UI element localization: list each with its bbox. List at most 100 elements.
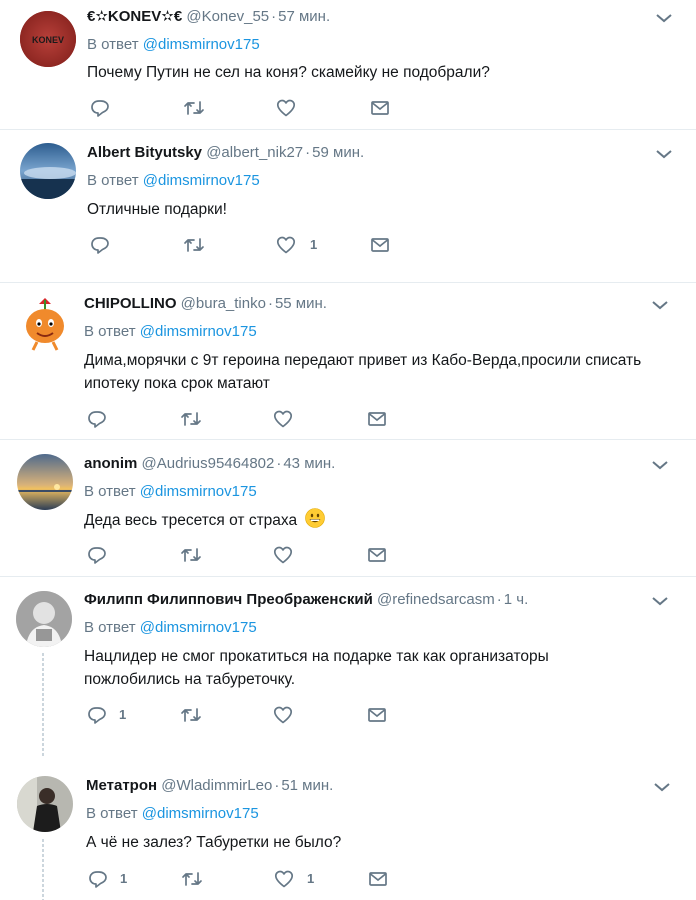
like-icon: [273, 410, 293, 428]
reply-mention-link[interactable]: @dimsmirnov175: [140, 483, 257, 500]
chevron-down-icon[interactable]: [651, 299, 669, 311]
separator-dot: ·: [305, 144, 311, 161]
avatar[interactable]: [20, 143, 76, 199]
user-handle[interactable]: @refinedsarcasm: [377, 591, 495, 608]
tweet-header: €✫KONEV✫€ @Konev_55 · 57 мин.: [87, 6, 330, 28]
reply-button[interactable]: [90, 235, 110, 255]
tweet-anonim[interactable]: anonim @Audrius95464802 · 43 мин. В ответ …: [0, 440, 696, 577]
like-button[interactable]: [273, 705, 293, 725]
retweet-button[interactable]: [180, 705, 202, 725]
tweet-chipollino[interactable]: CHIPOLLINO @bura_tinko · 55 мин. В ответ @…: [0, 283, 696, 440]
tweet-text: Дима,морячки с 9т героина передают приве…: [84, 349, 684, 395]
reply-context: В ответ @dimsmirnov175: [84, 617, 257, 639]
avatar[interactable]: [17, 776, 73, 832]
reply-mention-link[interactable]: @dimsmirnov175: [143, 36, 260, 53]
separator-dot: ·: [496, 591, 502, 608]
reply-label: В ответ: [84, 323, 136, 340]
reply-button[interactable]: 1: [88, 869, 127, 889]
dm-button[interactable]: [367, 705, 387, 725]
retweet-icon: [182, 872, 202, 886]
separator-dot: ·: [276, 455, 282, 472]
reply-mention-link[interactable]: @dimsmirnov175: [140, 323, 257, 340]
reply-icon: [89, 871, 107, 888]
tweet-text: Нацлидер не смог прокатиться на подарке …: [84, 645, 679, 691]
avatar[interactable]: [17, 296, 73, 352]
retweet-button[interactable]: [183, 98, 205, 118]
display-name[interactable]: Albert Bityutsky: [87, 144, 202, 161]
user-handle[interactable]: @WladimmirLeo: [161, 777, 272, 794]
reply-icon: [88, 411, 106, 428]
like-count: 1: [310, 237, 318, 252]
like-icon: [273, 546, 293, 564]
timestamp[interactable]: 57 мин.: [278, 8, 330, 25]
chevron-down-icon[interactable]: [655, 148, 673, 160]
reply-mention-link[interactable]: @dimsmirnov175: [143, 172, 260, 189]
dm-icon: [371, 101, 389, 115]
like-count: 1: [307, 871, 315, 886]
reply-button[interactable]: [87, 409, 107, 429]
chevron-down-icon[interactable]: [653, 781, 671, 793]
display-name[interactable]: Филипп Филиппович Преображенский: [84, 591, 373, 608]
timestamp[interactable]: 59 мин.: [312, 144, 364, 161]
retweet-button[interactable]: [180, 545, 202, 565]
retweet-icon: [181, 412, 201, 426]
tweet-konev[interactable]: KONEV €✫KONEV✫€ @Konev_55 · 57 мин. В отве…: [0, 0, 696, 130]
separator-dot: ·: [274, 777, 280, 794]
chevron-down-icon[interactable]: [651, 459, 669, 471]
timestamp[interactable]: 43 мин.: [283, 455, 335, 472]
like-button[interactable]: [273, 545, 293, 565]
tweet-preobrazhensky[interactable]: Филипп Филиппович Преображенский @refine…: [0, 577, 696, 757]
tweet-actions: 1 1: [88, 869, 408, 889]
tweet-text: Деда весь тресется от страха: [84, 508, 679, 532]
svg-text:KONEV: KONEV: [32, 35, 64, 45]
user-handle[interactable]: @albert_nik27: [206, 144, 303, 161]
tweet-text: А чё не залез? Табуретки не было?: [86, 834, 342, 851]
like-button[interactable]: 1: [276, 235, 317, 255]
thread-connector-line: [42, 839, 44, 900]
timestamp[interactable]: 55 мин.: [275, 295, 327, 312]
reply-button[interactable]: [90, 98, 110, 118]
dm-button[interactable]: [368, 869, 388, 889]
avatar[interactable]: [16, 591, 72, 647]
tweet-metatron[interactable]: Метатрон @WladimmirLeo · 51 мин. В ответ @…: [0, 757, 696, 900]
tweet-text: Почему Путин не сел на коня? скамейку не…: [87, 64, 490, 81]
retweet-icon: [184, 101, 204, 115]
reply-label: В ответ: [87, 36, 139, 53]
display-name[interactable]: Метатрон: [86, 777, 157, 794]
user-handle[interactable]: @Audrius95464802: [142, 455, 275, 472]
reply-label: В ответ: [84, 483, 136, 500]
reply-mention-link[interactable]: @dimsmirnov175: [142, 805, 259, 822]
reply-button[interactable]: 1: [87, 705, 126, 725]
retweet-button[interactable]: [180, 409, 202, 429]
reply-mention-link[interactable]: @dimsmirnov175: [140, 619, 257, 636]
like-button[interactable]: [276, 98, 296, 118]
tweet-text-line: пожлобились на табуреточку.: [84, 671, 296, 688]
like-button[interactable]: 1: [274, 869, 314, 889]
chevron-down-icon[interactable]: [655, 12, 673, 24]
reply-icon: [91, 237, 109, 254]
retweet-icon: [184, 238, 204, 252]
avatar[interactable]: KONEV: [20, 11, 76, 67]
timestamp[interactable]: 51 мин.: [281, 777, 333, 794]
tweet-text-line: Нацлидер не смог прокатиться на подарке …: [84, 648, 549, 665]
like-button[interactable]: [273, 409, 293, 429]
dm-button[interactable]: [370, 98, 390, 118]
dm-button[interactable]: [370, 235, 390, 255]
retweet-button[interactable]: [183, 235, 205, 255]
tweet-albert[interactable]: Albert Bityutsky @albert_nik27 · 59 мин. В…: [0, 130, 696, 283]
reply-icon: [88, 547, 106, 564]
display-name[interactable]: anonim: [84, 455, 137, 472]
tweet-text-line: ипотеку пока срок матают: [84, 375, 270, 392]
display-name[interactable]: €✫KONEV✫€: [87, 8, 182, 25]
chevron-down-icon[interactable]: [651, 595, 669, 607]
user-handle[interactable]: @bura_tinko: [181, 295, 266, 312]
reply-label: В ответ: [84, 619, 136, 636]
display-name[interactable]: CHIPOLLINO: [84, 295, 177, 312]
timestamp[interactable]: 1 ч.: [504, 591, 529, 608]
reply-button[interactable]: [87, 545, 107, 565]
dm-button[interactable]: [367, 409, 387, 429]
avatar[interactable]: [17, 454, 73, 510]
user-handle[interactable]: @Konev_55: [186, 8, 269, 25]
dm-button[interactable]: [367, 545, 387, 565]
retweet-button[interactable]: [181, 869, 203, 889]
